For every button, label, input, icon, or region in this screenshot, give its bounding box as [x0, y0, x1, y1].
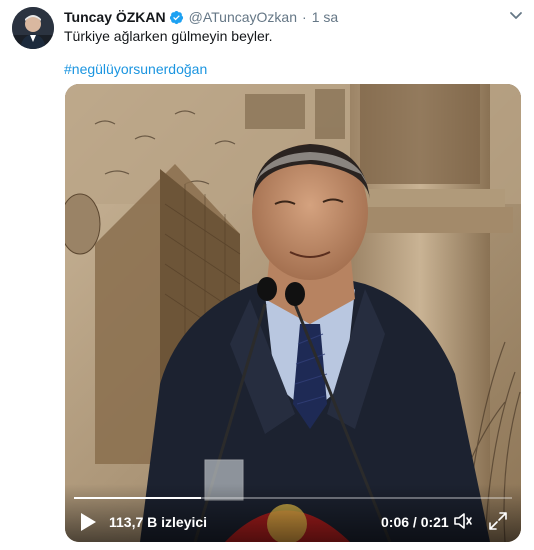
- video-player[interactable]: 113,7 B izleyici 0:06 / 0:21: [65, 84, 521, 542]
- tweet-text: Türkiye ağlarken gülmeyin beyler.: [64, 28, 273, 44]
- verified-badge-icon: [169, 10, 183, 24]
- hashtag-link[interactable]: #negülüyorsunerdoğan: [64, 61, 207, 77]
- separator-dot: ·: [302, 9, 307, 25]
- video-frame: [65, 84, 521, 542]
- play-icon[interactable]: [79, 512, 97, 532]
- tweet-header: Tuncay ÖZKAN @ATuncayOzkan · 1 sa: [64, 8, 338, 26]
- view-count: 113,7 B izleyici: [109, 514, 208, 530]
- author-handle[interactable]: @ATuncayOzkan: [189, 9, 297, 25]
- fullscreen-icon[interactable]: [488, 511, 508, 531]
- progress-fill: [74, 497, 202, 499]
- volume-icon[interactable]: [453, 511, 473, 531]
- avatar-image: [12, 7, 54, 49]
- author-name[interactable]: Tuncay ÖZKAN: [64, 9, 166, 25]
- tweet-timestamp[interactable]: 1 sa: [312, 9, 338, 25]
- progress-bar[interactable]: [74, 497, 512, 499]
- video-controls: 113,7 B izleyici 0:06 / 0:21: [65, 484, 521, 542]
- tweet-card: Tuncay ÖZKAN @ATuncayOzkan · 1 sa Türkiy…: [0, 0, 534, 550]
- chevron-down-icon[interactable]: [507, 6, 525, 24]
- time-display: 0:06 / 0:21: [381, 514, 449, 530]
- avatar[interactable]: [12, 7, 54, 49]
